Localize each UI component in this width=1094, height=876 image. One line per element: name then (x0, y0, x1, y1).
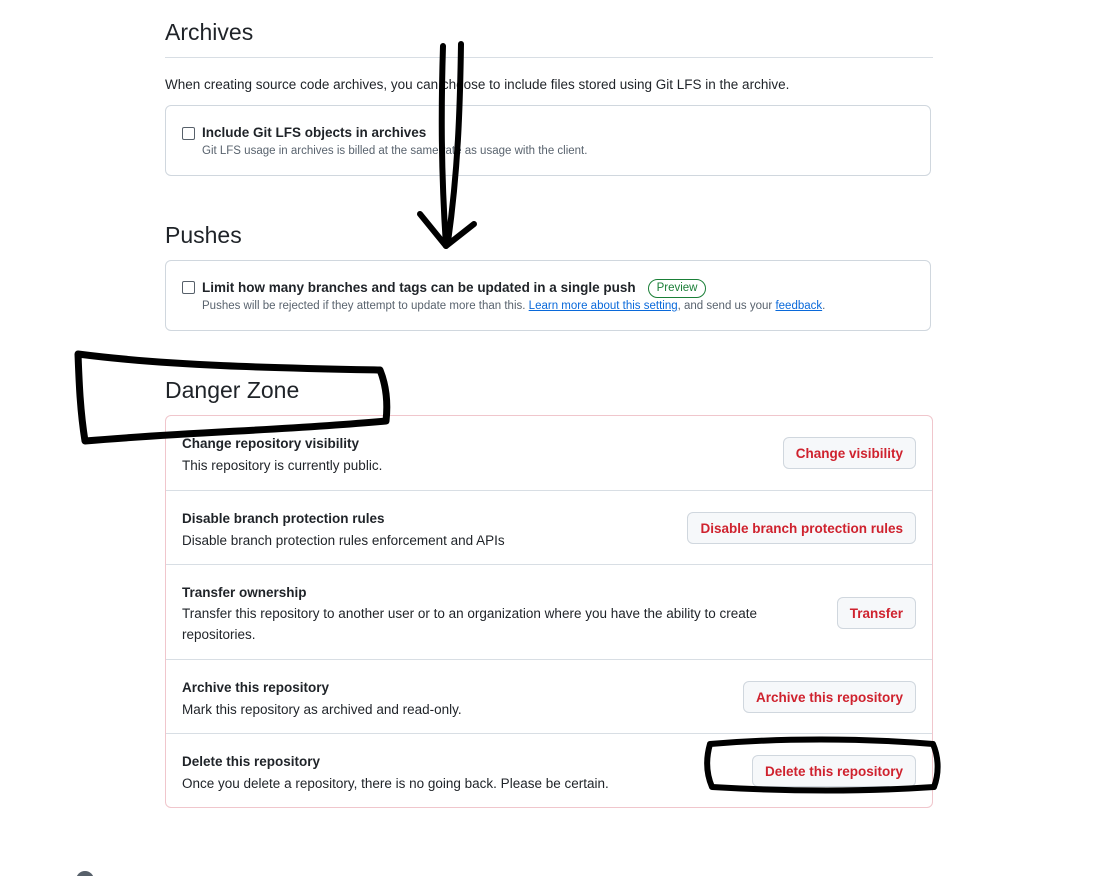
lfs-archive-hint: Git LFS usage in archives is billed at t… (202, 145, 588, 157)
danger-zone-box: Change repository visibility This reposi… (165, 415, 933, 808)
lfs-archive-option[interactable]: Include Git LFS objects in archives (182, 125, 426, 140)
danger-row-description: Once you delete a repository, there is n… (182, 776, 609, 791)
pushes-heading: Pushes (165, 222, 242, 248)
push-limit-label[interactable]: Limit how many branches and tags can be … (202, 279, 707, 298)
push-limit-hint: Pushes will be rejected if they attempt … (202, 300, 825, 312)
danger-row-description: This repository is currently public. (182, 458, 383, 473)
danger-row-description: Mark this repository as archived and rea… (182, 702, 462, 717)
learn-more-link[interactable]: Learn more about this setting (529, 300, 678, 312)
transfer-button[interactable]: Transfer (836, 597, 916, 629)
danger-row-branch-protection: Disable branch protection rules Disable … (166, 490, 932, 565)
push-limit-hint-middle: , and send us your (677, 300, 773, 312)
danger-row-description: Transfer this repository to another user… (182, 606, 758, 642)
pushes-option-box: Limit how many branches and tags can be … (165, 260, 931, 331)
danger-row-transfer: Transfer ownership Transfer this reposit… (166, 564, 932, 660)
danger-row-title: Archive this repository (182, 680, 330, 695)
lfs-archive-checkbox[interactable] (182, 127, 195, 140)
danger-row-visibility: Change repository visibility This reposi… (166, 416, 932, 490)
lfs-archive-label[interactable]: Include Git LFS objects in archives (202, 125, 426, 140)
push-limit-checkbox[interactable] (182, 281, 195, 294)
disable-branch-protection-button[interactable]: Disable branch protection rules (687, 512, 916, 544)
archive-repository-button[interactable]: Archive this repository (742, 681, 916, 713)
avatar (76, 871, 94, 876)
feedback-link[interactable]: feedback (775, 300, 822, 312)
push-limit-hint-text: Pushes will be rejected if they attempt … (202, 300, 526, 312)
archives-heading: Archives (165, 19, 254, 45)
preview-badge: Preview (647, 279, 707, 298)
danger-zone-heading: Danger Zone (165, 377, 300, 403)
push-limit-hint-suffix: . (822, 300, 826, 312)
archives-description: When creating source code archives, you … (165, 77, 790, 92)
push-limit-option[interactable]: Limit how many branches and tags can be … (182, 279, 707, 298)
danger-row-title: Disable branch protection rules (182, 511, 385, 526)
archives-option-box: Include Git LFS objects in archives Git … (165, 105, 931, 176)
change-visibility-button[interactable]: Change visibility (782, 437, 916, 469)
settings-page: Archives When creating source code archi… (0, 0, 1094, 876)
danger-row-title: Delete this repository (182, 754, 321, 769)
danger-row-title: Transfer ownership (182, 585, 307, 600)
archives-divider (165, 57, 933, 58)
danger-row-title: Change repository visibility (182, 436, 360, 451)
danger-row-archive: Archive this repository Mark this reposi… (166, 659, 932, 734)
push-limit-label-text[interactable]: Limit how many branches and tags can be … (202, 280, 636, 295)
delete-repository-button[interactable]: Delete this repository (751, 755, 916, 787)
danger-row-delete: Delete this repository Once you delete a… (166, 733, 932, 808)
